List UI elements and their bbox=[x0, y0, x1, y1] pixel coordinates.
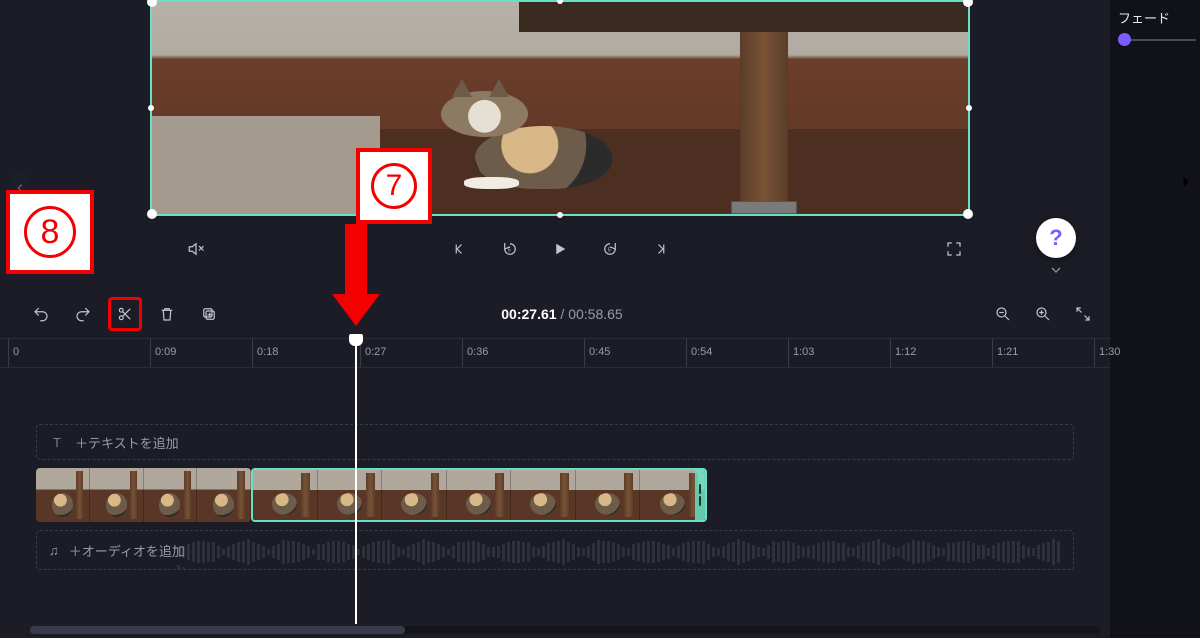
add-audio-label: ＋オーディオを追加 bbox=[69, 541, 185, 560]
text-icon: T bbox=[49, 434, 65, 450]
ruler-tick: 0:27 bbox=[360, 339, 361, 367]
annotation-step-7: 7 bbox=[356, 148, 432, 224]
ruler-tick: 0:36 bbox=[462, 339, 463, 367]
annotation-step-8: 8 bbox=[6, 190, 94, 274]
zoom-fit-button[interactable] bbox=[1066, 297, 1100, 331]
delete-button[interactable] bbox=[150, 297, 184, 331]
add-text-label: ＋テキストを追加 bbox=[75, 433, 179, 452]
zoom-in-button[interactable] bbox=[1026, 297, 1060, 331]
annotation-arrow-7 bbox=[332, 224, 380, 326]
duplicate-button[interactable] bbox=[192, 297, 226, 331]
fade-slider[interactable] bbox=[1118, 39, 1196, 41]
right-panel: フェード bbox=[1110, 0, 1200, 638]
resize-handle-lm[interactable] bbox=[148, 105, 154, 111]
ruler-tick-label: 0 bbox=[9, 346, 19, 358]
time-current: 00:27.61 bbox=[501, 306, 556, 322]
timeline-toolbar: 00:27.61 / 00:58.65 bbox=[24, 294, 1100, 334]
clip-trim-right[interactable] bbox=[695, 470, 705, 520]
chevron-down-icon[interactable] bbox=[1048, 262, 1064, 283]
ruler-tick: 0:54 bbox=[686, 339, 687, 367]
add-text-track[interactable]: T ＋テキストを追加 bbox=[36, 424, 1074, 460]
video-track bbox=[36, 468, 1074, 522]
play-button[interactable] bbox=[544, 233, 576, 265]
zoom-out-button[interactable] bbox=[986, 297, 1020, 331]
next-frame-button[interactable] bbox=[644, 233, 676, 265]
waveform-ghost bbox=[177, 539, 1063, 563]
undo-button[interactable] bbox=[24, 297, 58, 331]
ruler-tick: 0:09 bbox=[150, 339, 151, 367]
playback-bar: 5 5 bbox=[150, 228, 970, 270]
fade-slider-thumb[interactable] bbox=[1118, 33, 1131, 46]
ruler-tick-label: 1:12 bbox=[891, 346, 916, 358]
ruler-tick: 0:18 bbox=[252, 339, 253, 367]
help-glyph: ? bbox=[1049, 225, 1062, 251]
ruler-tick-label: 0:36 bbox=[463, 346, 488, 358]
ruler-tick: 1:30 bbox=[1094, 339, 1095, 367]
timeline-ruler[interactable]: 0 0:09 0:18 0:27 0:36 0:45 0:54 1:03 1:12 1:21 1:3… bbox=[0, 338, 1110, 368]
back-5s-button[interactable]: 5 bbox=[494, 233, 526, 265]
prev-frame-button[interactable] bbox=[444, 233, 476, 265]
help-button[interactable]: ? bbox=[1036, 218, 1076, 258]
preview-canvas-wrap bbox=[150, 0, 970, 216]
preview-canvas[interactable] bbox=[150, 0, 970, 216]
fade-label: フェード bbox=[1118, 8, 1200, 27]
resize-handle-rm[interactable] bbox=[966, 105, 972, 111]
resize-handle-br[interactable] bbox=[963, 209, 973, 219]
ruler-tick: 0 bbox=[8, 339, 9, 367]
ruler-tick: 1:21 bbox=[992, 339, 993, 367]
ruler-tick-label: 1:03 bbox=[789, 346, 814, 358]
ruler-tick: 1:03 bbox=[788, 339, 789, 367]
ruler-tick-label: 0:45 bbox=[585, 346, 610, 358]
resize-handle-bl[interactable] bbox=[147, 209, 157, 219]
video-clip-2-selected[interactable] bbox=[251, 468, 707, 522]
timeline-tracks: T ＋テキストを追加 ♫ ＋オーディオを追加 bbox=[0, 368, 1110, 620]
music-note-icon: ♫ bbox=[49, 543, 59, 558]
ruler-tick-label: 0:18 bbox=[253, 346, 278, 358]
ruler-tick-label: 0:27 bbox=[361, 346, 386, 358]
resize-handle-bm[interactable] bbox=[557, 212, 563, 218]
resize-handle-tr[interactable] bbox=[963, 0, 973, 7]
time-display: 00:27.61 / 00:58.65 bbox=[24, 306, 1100, 322]
forward-5s-button[interactable]: 5 bbox=[594, 233, 626, 265]
ruler-tick-label: 0:54 bbox=[687, 346, 712, 358]
timeline-scrollbar-thumb[interactable] bbox=[30, 626, 405, 634]
split-button[interactable] bbox=[108, 297, 142, 331]
ruler-tick-label: 1:21 bbox=[993, 346, 1018, 358]
ruler-tick: 0:45 bbox=[584, 339, 585, 367]
editor-stage: フェード bbox=[0, 0, 1200, 638]
ruler-tick-label: 0:09 bbox=[151, 346, 176, 358]
ruler-tick: 1:12 bbox=[890, 339, 891, 367]
ruler-tick-label: 1:30 bbox=[1095, 346, 1120, 358]
video-clip-1[interactable] bbox=[36, 468, 251, 522]
redo-button[interactable] bbox=[66, 297, 100, 331]
svg-text:5: 5 bbox=[508, 247, 511, 253]
preview-frame bbox=[152, 2, 968, 214]
svg-text:5: 5 bbox=[608, 247, 611, 253]
chevron-right-icon[interactable] bbox=[1176, 166, 1196, 198]
timeline-scrollbar[interactable] bbox=[30, 626, 1100, 634]
time-total: 00:58.65 bbox=[568, 306, 623, 322]
add-audio-track[interactable]: ♫ ＋オーディオを追加 bbox=[36, 530, 1074, 570]
